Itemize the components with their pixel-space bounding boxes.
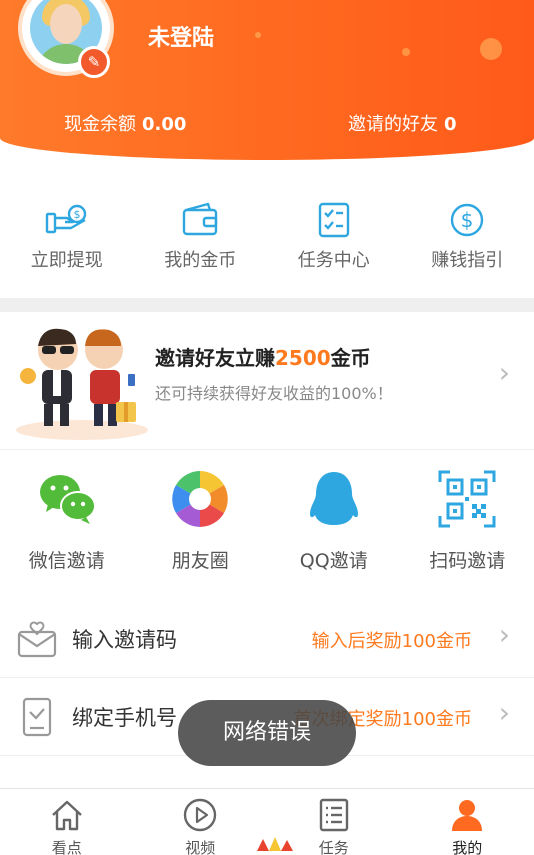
invited-friends-label: 邀请的好友: [348, 114, 438, 135]
quick-action-tasks[interactable]: 任务中心: [267, 200, 401, 280]
wechat-icon: [39, 475, 96, 524]
svg-text:$: $: [461, 208, 474, 232]
quick-action-label: 任务中心: [297, 250, 370, 271]
section-divider: [0, 298, 534, 312]
cash-balance[interactable]: 现金余额 0.00: [64, 110, 186, 136]
profile-header: ✎ 未登陆 现金余额 0.00 邀请的好友 0: [0, 0, 534, 160]
play-icon: [184, 798, 217, 832]
list-item-label: 绑定手机号: [72, 706, 177, 730]
dollar-coin-icon: $: [451, 203, 484, 237]
list-item-reward: 输入后奖励100金币: [311, 631, 472, 652]
bottom-tab-bar: 看点 视频 任务 我的: [0, 788, 534, 855]
tab-profile[interactable]: 我的: [401, 789, 534, 855]
quick-action-withdraw[interactable]: $ 立即提现: [0, 200, 134, 280]
quick-action-label: 赚钱指引: [431, 250, 504, 271]
cash-hand-icon: $: [45, 204, 86, 234]
tab-label: 我的: [452, 839, 483, 855]
invite-banner[interactable]: 邀请好友立赚2500金币 还可持续获得好友收益的100%！ ›: [0, 312, 534, 450]
tab-label: 视频: [185, 839, 216, 855]
invited-friends-value: 0: [444, 114, 457, 135]
tab-home[interactable]: 看点: [0, 789, 134, 855]
list-item-label: 输入邀请码: [72, 628, 177, 652]
share-qrcode[interactable]: 扫码邀请: [401, 464, 534, 584]
decor-bubble: [480, 38, 502, 60]
chevron-right-icon: ›: [498, 356, 510, 389]
share-options: 微信邀请 朋友圈 QQ邀请 扫码邀请: [0, 464, 534, 584]
quick-action-label: 立即提现: [30, 250, 103, 271]
task-list-icon: [318, 202, 349, 238]
share-label: 朋友圈: [171, 550, 229, 572]
cash-balance-label: 现金余额: [64, 114, 136, 135]
edit-profile-icon[interactable]: ✎: [78, 46, 110, 78]
tab-tasks[interactable]: 任务: [267, 789, 401, 855]
invite-code-icon: [17, 621, 57, 658]
banner-title: 邀请好友立赚2500金币: [155, 342, 371, 371]
chevron-right-icon: ›: [498, 618, 510, 651]
banner-title-suffix: 金币: [330, 346, 371, 370]
decor-bubble: [402, 48, 410, 56]
qq-icon: [309, 472, 358, 525]
tab-label: 任务: [318, 839, 349, 855]
share-moments[interactable]: 朋友圈: [134, 464, 268, 584]
quick-action-guide[interactable]: $ 赚钱指引: [401, 200, 534, 280]
share-label: 微信邀请: [28, 550, 105, 572]
profile-icon: [452, 800, 483, 831]
quick-action-label: 我的金币: [164, 250, 237, 271]
wallet-icon: [183, 202, 218, 236]
error-toast: 网络错误: [178, 700, 356, 766]
username[interactable]: 未登陆: [148, 20, 214, 52]
cash-balance-value: 0.00: [142, 114, 187, 135]
tab-label: 看点: [51, 839, 82, 855]
qrcode-icon: [438, 470, 496, 528]
share-wechat[interactable]: 微信邀请: [0, 464, 134, 584]
banner-subtitle: 还可持续获得好友收益的100%！: [155, 384, 393, 403]
quick-actions: $ 立即提现 我的金币 任务中心 $ 赚钱指引: [0, 200, 534, 280]
tab-video[interactable]: 视频: [134, 789, 293, 855]
task-icon: [319, 798, 348, 832]
moments-icon: [172, 471, 229, 527]
chevron-right-icon: ›: [498, 696, 510, 729]
banner-title-amount: 2500: [275, 346, 331, 370]
home-icon: [51, 800, 82, 831]
phone-icon: [22, 697, 52, 737]
decor-bubble: [255, 32, 261, 38]
invite-friends-illustration: [16, 328, 148, 440]
quick-action-coins[interactable]: 我的金币: [134, 200, 268, 280]
invited-friends[interactable]: 邀请的好友 0: [348, 110, 457, 136]
share-label: 扫码邀请: [429, 550, 506, 572]
share-label: QQ邀请: [299, 550, 368, 572]
svg-text:$: $: [73, 208, 80, 221]
list-item-invite-code[interactable]: 输入邀请码 输入后奖励100金币 ›: [0, 600, 534, 678]
banner-title-prefix: 邀请好友立赚: [155, 346, 275, 370]
share-qq[interactable]: QQ邀请: [267, 464, 401, 584]
